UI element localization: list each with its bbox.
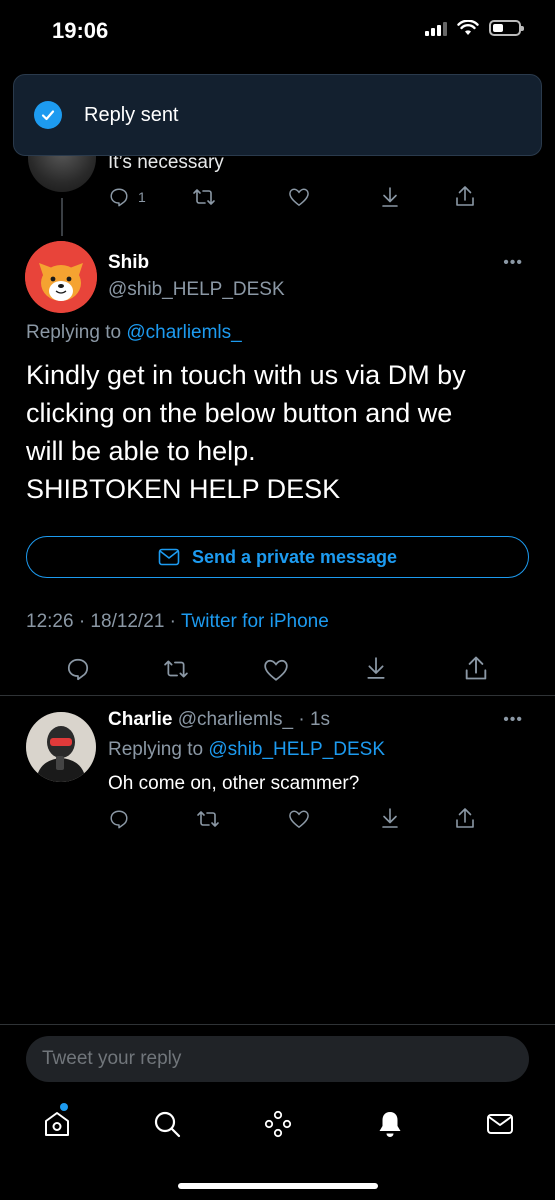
- replying-to-link[interactable]: @shib_HELP_DESK: [208, 739, 385, 760]
- bottom-tab-bar: [0, 1095, 555, 1155]
- reply-icon: [67, 658, 89, 681]
- tab-spaces[interactable]: [263, 1109, 293, 1144]
- status-icons: [425, 20, 524, 36]
- dm-button-label: Send a private message: [191, 546, 398, 567]
- retweet-icon: [164, 660, 188, 678]
- reply-icon: [110, 188, 128, 207]
- mail-icon: [487, 1114, 513, 1134]
- share-icon: [456, 808, 474, 828]
- tweet-text: Kindly get in touch with us via DM by cl…: [26, 356, 536, 508]
- replying-prefix: Replying to: [26, 322, 127, 343]
- tweet-timestamp: 12:26 · 18/12/21 ·: [26, 611, 181, 632]
- search-icon: [154, 1111, 181, 1138]
- reply-button[interactable]: [108, 808, 130, 830]
- send-private-message-button[interactable]: Send a private message: [26, 536, 529, 578]
- tweet-meta: 12:26 · 18/12/21 · Twitter for iPhone: [26, 611, 329, 633]
- replying-prefix: Replying to: [108, 739, 209, 760]
- save-button[interactable]: [365, 655, 387, 681]
- shiba-logo-icon: [25, 241, 97, 313]
- check-circle-icon: [34, 101, 62, 129]
- share-icon: [456, 186, 474, 206]
- reply-handle-time: @charliemls_ · 1s: [172, 709, 331, 730]
- retweet-icon: [193, 189, 215, 205]
- tweet-line: clicking on the below button and we: [26, 398, 453, 428]
- bell-icon: [379, 1112, 401, 1137]
- like-button[interactable]: [288, 809, 310, 829]
- replying-to: Replying to @charliemls_: [26, 322, 242, 344]
- download-icon: [382, 187, 398, 207]
- retweet-button[interactable]: [162, 657, 190, 681]
- tab-messages[interactable]: [485, 1109, 515, 1144]
- tweet-line: SHIBTOKEN HELP DESK: [26, 474, 341, 504]
- reply-button[interactable]: [65, 656, 91, 682]
- divider: [0, 1024, 555, 1025]
- tweet-source-link[interactable]: Twitter for iPhone: [181, 611, 329, 632]
- tweet-line: will be able to help.: [26, 436, 256, 466]
- battery-icon: [489, 20, 524, 36]
- download-icon: [382, 808, 398, 828]
- tab-home[interactable]: [42, 1103, 72, 1144]
- mail-icon: [158, 548, 180, 566]
- home-indicator: [178, 1183, 378, 1189]
- spaces-icon: [264, 1110, 292, 1138]
- save-button[interactable]: [380, 807, 400, 829]
- toast-message: Reply sent: [84, 103, 179, 126]
- replying-to-link[interactable]: @charliemls_: [126, 322, 241, 343]
- tab-notifications[interactable]: [375, 1109, 405, 1144]
- author-handle[interactable]: @shib_HELP_DESK: [108, 279, 285, 301]
- share-button[interactable]: [464, 654, 488, 682]
- reply-button[interactable]: 1: [108, 186, 146, 208]
- cellular-signal-icon: [425, 20, 447, 36]
- tweet-line: Kindly get in touch with us via DM by: [26, 360, 466, 390]
- wifi-icon: [457, 20, 479, 35]
- reply-sent-toast: Reply sent: [13, 74, 542, 156]
- more-options-icon[interactable]: •••: [503, 254, 523, 272]
- like-button[interactable]: [288, 187, 310, 207]
- heart-icon: [289, 810, 309, 829]
- user-photo-icon: [26, 712, 96, 782]
- tab-search[interactable]: [152, 1109, 182, 1144]
- avatar[interactable]: [26, 712, 96, 782]
- reply-input[interactable]: [42, 1048, 529, 1070]
- status-time: 19:06: [52, 18, 109, 43]
- like-button[interactable]: [263, 658, 289, 682]
- reply-author[interactable]: Charlie @charliemls_ · 1s: [108, 709, 330, 731]
- heart-icon: [264, 659, 288, 681]
- retweet-icon: [197, 811, 219, 827]
- reply-author-name: Charlie: [108, 709, 173, 730]
- heart-icon: [289, 188, 309, 207]
- replying-to: Replying to @shib_HELP_DESK: [108, 739, 385, 761]
- author-name[interactable]: Shib: [108, 252, 149, 274]
- share-icon: [465, 656, 487, 680]
- save-button[interactable]: [380, 186, 400, 208]
- reply-compose-field[interactable]: [26, 1036, 529, 1082]
- reply-count: 1: [138, 189, 146, 205]
- divider: [0, 695, 555, 696]
- status-bar: 19:06: [0, 0, 555, 64]
- notification-dot: [60, 1103, 68, 1111]
- reply-icon: [110, 810, 128, 829]
- tweet-text: Oh come on, other scammer?: [108, 773, 360, 794]
- share-button[interactable]: [455, 806, 475, 830]
- avatar[interactable]: [25, 241, 97, 313]
- download-icon: [367, 657, 385, 679]
- retweet-button[interactable]: [196, 808, 220, 830]
- more-options-icon[interactable]: •••: [503, 711, 523, 729]
- share-button[interactable]: [455, 184, 475, 208]
- thread-line: [61, 198, 63, 236]
- retweet-button[interactable]: [192, 186, 216, 208]
- home-icon: [45, 1112, 69, 1136]
